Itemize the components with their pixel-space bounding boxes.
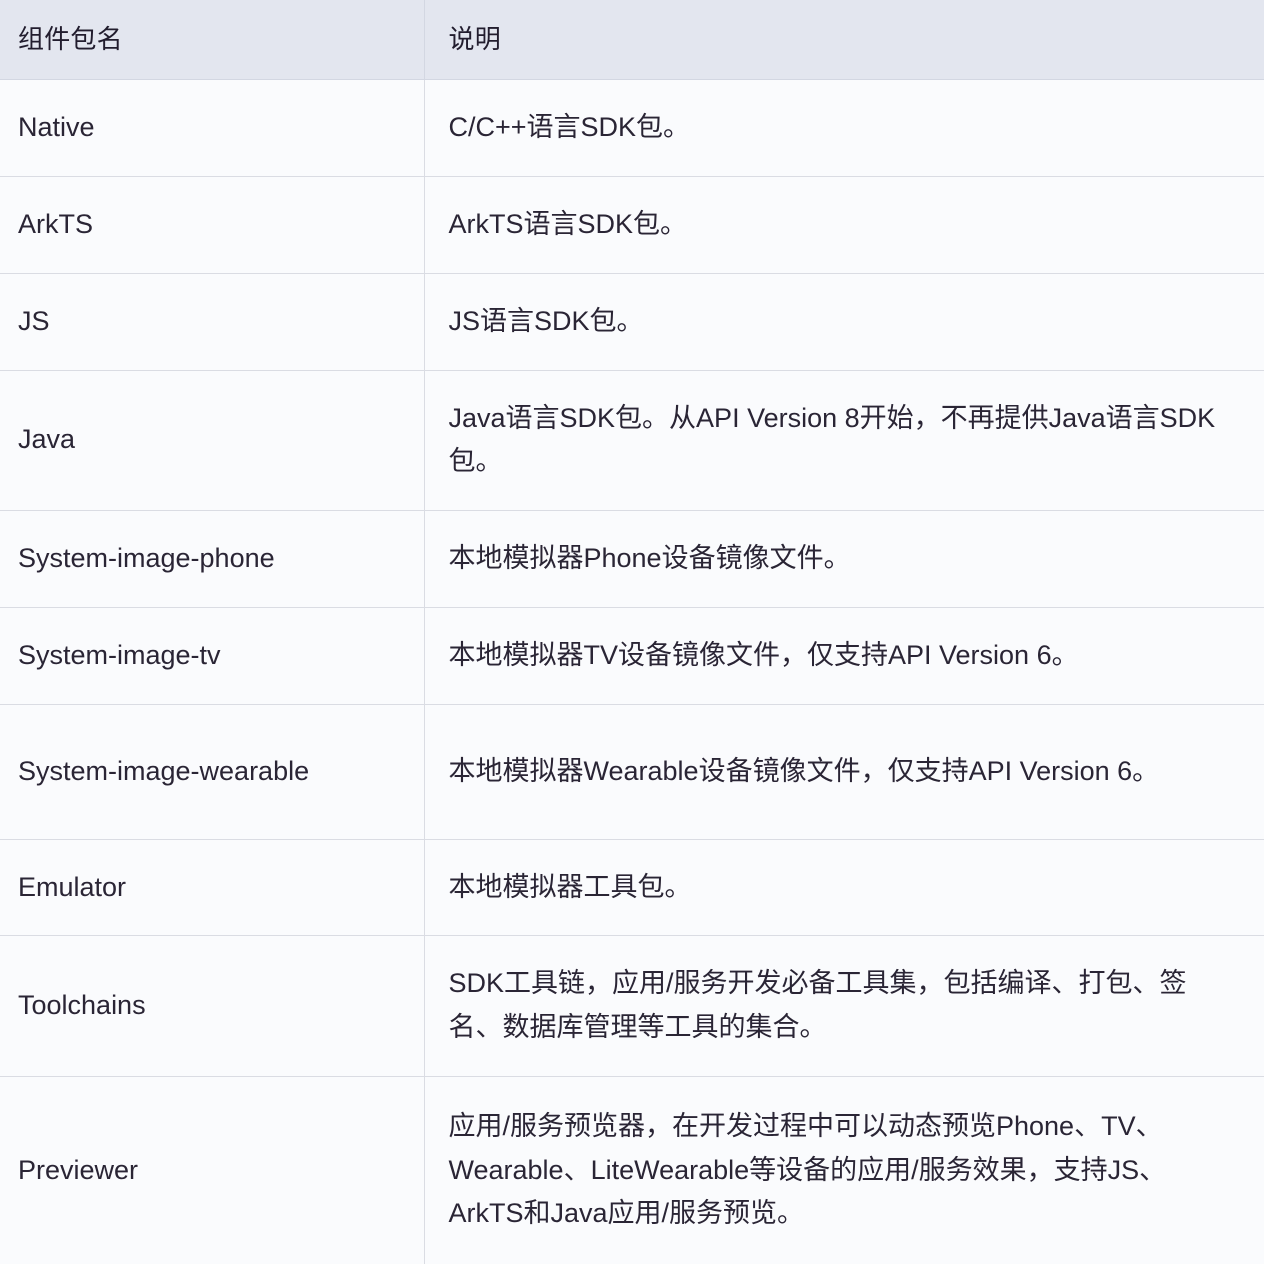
cell-description: 本地模拟器工具包。 bbox=[424, 839, 1264, 937]
table-row: ArkTS ArkTS语言SDK包。 bbox=[0, 176, 1264, 274]
cell-package-name: System-image-phone bbox=[0, 510, 425, 608]
table-row: JS JS语言SDK包。 bbox=[0, 273, 1264, 371]
column-header-package-name: 组件包名 bbox=[0, 0, 425, 81]
cell-description: 本地模拟器Phone设备镜像文件。 bbox=[424, 510, 1264, 608]
cell-package-name: System-image-tv bbox=[0, 607, 425, 705]
cell-package-name: Native bbox=[0, 79, 425, 178]
table-row: Emulator 本地模拟器工具包。 bbox=[0, 839, 1264, 937]
cell-description: C/C++语言SDK包。 bbox=[424, 79, 1264, 178]
table-row: Toolchains SDK工具链，应用/服务开发必备工具集，包括编译、打包、签… bbox=[0, 935, 1264, 1077]
table-row: System-image-phone 本地模拟器Phone设备镜像文件。 bbox=[0, 510, 1264, 608]
cell-package-name: Toolchains bbox=[0, 935, 425, 1077]
cell-description: 本地模拟器Wearable设备镜像文件，仅支持API Version 6。 bbox=[424, 704, 1264, 840]
cell-description: 应用/服务预览器，在开发过程中可以动态预览Phone、TV、Wearable、L… bbox=[424, 1076, 1264, 1264]
column-header-description: 说明 bbox=[424, 0, 1264, 81]
table-body: Native C/C++语言SDK包。 ArkTS ArkTS语言SDK包。 J… bbox=[0, 79, 1264, 1264]
table-header: 组件包名 说明 bbox=[0, 0, 1264, 81]
cell-package-name: Previewer bbox=[0, 1076, 425, 1264]
cell-description: SDK工具链，应用/服务开发必备工具集，包括编译、打包、签名、数据库管理等工具的… bbox=[424, 935, 1264, 1077]
cell-package-name: System-image-wearable bbox=[0, 704, 425, 840]
table-header-row: 组件包名 说明 bbox=[0, 0, 1264, 81]
sdk-package-table: 组件包名 说明 Native C/C++语言SDK包。 ArkTS ArkTS语… bbox=[0, 0, 1264, 1264]
cell-package-name: Java bbox=[0, 370, 425, 512]
cell-package-name: ArkTS bbox=[0, 176, 425, 274]
cell-description: ArkTS语言SDK包。 bbox=[424, 176, 1264, 274]
table-row: System-image-wearable 本地模拟器Wearable设备镜像文… bbox=[0, 704, 1264, 840]
table-row: Previewer 应用/服务预览器，在开发过程中可以动态预览Phone、TV、… bbox=[0, 1076, 1264, 1264]
table-row: System-image-tv 本地模拟器TV设备镜像文件，仅支持API Ver… bbox=[0, 607, 1264, 705]
cell-description: Java语言SDK包。从API Version 8开始，不再提供Java语言SD… bbox=[424, 370, 1264, 512]
cell-description: 本地模拟器TV设备镜像文件，仅支持API Version 6。 bbox=[424, 607, 1264, 705]
cell-package-name: JS bbox=[0, 273, 425, 371]
table-row: Native C/C++语言SDK包。 bbox=[0, 79, 1264, 178]
table-row: Java Java语言SDK包。从API Version 8开始，不再提供Jav… bbox=[0, 370, 1264, 512]
cell-package-name: Emulator bbox=[0, 839, 425, 937]
sdk-package-table-container: 组件包名 说明 Native C/C++语言SDK包。 ArkTS ArkTS语… bbox=[0, 0, 1264, 1264]
cell-description: JS语言SDK包。 bbox=[424, 273, 1264, 371]
